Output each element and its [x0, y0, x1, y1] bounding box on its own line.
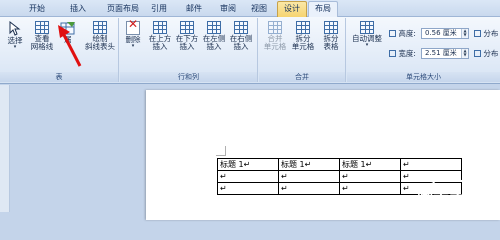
row-height-icon — [389, 30, 396, 37]
delete-button[interactable]: 删除 ▾ — [122, 20, 144, 49]
table-cell[interactable]: ↵ — [217, 182, 279, 195]
view-gridlines-label-2: 网格线 — [30, 42, 54, 51]
height-label-text: 高度: — [398, 29, 416, 38]
split-cells-label-2: 单元格 — [291, 42, 315, 51]
tab-insert[interactable]: 插入 — [63, 2, 93, 17]
height-label: 高度: — [389, 29, 416, 38]
row-height-value: 0.56 厘米 — [425, 29, 457, 37]
table-row: ↵ ↵ ↵ ↵ — [217, 170, 462, 183]
column-width-icon — [389, 50, 396, 57]
width-label-text: 宽度: — [398, 49, 416, 58]
delete-icon — [126, 20, 140, 35]
group-cell-size: 自动调整 ▾ 高度: 0.56 厘米 ▲ ▼ 宽度: 2.51 厘米 ▲ ▼ 分布 … — [347, 18, 500, 82]
distribute-rows-button[interactable]: 分布 — [474, 29, 498, 38]
distribute-columns-button[interactable]: 分布 — [474, 49, 498, 58]
select-button[interactable]: 选择 ▾ — [4, 21, 26, 50]
table-cell[interactable]: ↵ — [217, 170, 279, 183]
tab-review[interactable]: 审阅 — [214, 2, 242, 17]
merge-cells-button[interactable]: 合并 单元格 — [262, 21, 288, 51]
insert-right-label-2: 插入 — [233, 42, 249, 51]
dropdown-arrow-icon: ▾ — [13, 44, 17, 50]
merge-cells-icon — [268, 21, 282, 34]
tab-view[interactable]: 视图 — [245, 2, 273, 17]
grid-icon — [35, 21, 49, 34]
dropdown-arrow-icon: ▾ — [365, 42, 369, 48]
ribbon-tab-bar: 开始 插入 页面布局 引用 邮件 审阅 视图 设计 布局 — [0, 0, 500, 18]
rows-columns-label: 行和列 — [178, 73, 199, 81]
distribute-columns-icon — [474, 50, 481, 57]
insert-left-label-2: 插入 — [206, 42, 222, 51]
insert-above-label-2: 插入 — [152, 42, 168, 51]
insert-below-label-2: 插入 — [179, 42, 195, 51]
table-cell[interactable]: ↵ — [278, 170, 340, 183]
row-height-stepper[interactable]: 0.56 厘米 ▲ ▼ — [421, 28, 469, 39]
tab-layout[interactable]: 布局 — [308, 1, 338, 18]
dropdown-arrow-icon: ▾ — [131, 43, 135, 49]
tab-design[interactable]: 设计 — [277, 1, 307, 17]
table-row: 标题 1↵ 标题 1↵ 标题 1↵ ↵ — [217, 158, 462, 171]
group-label-rows-columns: 行和列 — [120, 72, 257, 82]
autofit-button[interactable]: 自动调整 ▾ — [350, 21, 384, 48]
watermark-url: jb51.net — [432, 172, 484, 185]
column-width-value: 2.51 厘米 — [425, 49, 457, 57]
insert-above-button[interactable]: 在上方 插入 — [147, 21, 173, 51]
group-table: 选择 ▾ 查看 网格线 属 绘制 斜线表头 表 — [0, 18, 119, 82]
properties-label: 属 — [64, 35, 72, 44]
insert-above-icon — [153, 21, 167, 34]
watermark-brand: 脚本之家 — [417, 190, 482, 209]
distribute-columns-label: 分布 — [483, 49, 499, 58]
distribute-rows-icon — [474, 30, 481, 37]
group-rows-columns: 删除 ▾ 在上方 插入 在下方 插入 在左侧 插入 在右侧 插入 行和列 — [120, 18, 258, 82]
stepper-arrows-icon[interactable]: ▲ ▼ — [461, 29, 468, 38]
diagonal-header-icon — [93, 21, 107, 34]
tab-references[interactable]: 引用 — [145, 2, 173, 17]
table-cell[interactable]: ↵ — [400, 158, 462, 171]
insert-right-icon — [234, 21, 248, 34]
vertical-ruler — [0, 85, 10, 212]
stepper-arrows-icon[interactable]: ▲ ▼ — [461, 49, 468, 58]
column-width-stepper[interactable]: 2.51 厘米 ▲ ▼ — [421, 48, 469, 59]
table-cell[interactable]: 标题 1↵ — [339, 158, 401, 171]
split-table-label-2: 表格 — [323, 42, 339, 51]
cursor-icon — [9, 21, 21, 36]
distribute-rows-label: 分布 — [483, 29, 499, 38]
properties-button[interactable]: 属 — [57, 21, 79, 44]
tab-page-layout[interactable]: 页面布局 — [101, 2, 145, 17]
group-merge: 合并 单元格 拆分 单元格 拆分 表格 合并 — [259, 18, 346, 82]
ribbon: 选择 ▾ 查看 网格线 属 绘制 斜线表头 表 删除 — [0, 17, 500, 84]
table-cell[interactable]: ↵ — [339, 182, 401, 195]
insert-left-button[interactable]: 在左侧 插入 — [201, 21, 227, 51]
table-cell[interactable]: 标题 1↵ — [278, 158, 340, 171]
insert-below-button[interactable]: 在下方 插入 — [174, 21, 200, 51]
insert-right-button[interactable]: 在右侧 插入 — [228, 21, 254, 51]
group-label-table: 表 — [0, 72, 118, 82]
table-cell[interactable]: ↵ — [278, 182, 340, 195]
table-properties-icon — [60, 22, 75, 35]
split-table-icon — [324, 21, 338, 34]
group-label-cell-size: 单元格大小 — [347, 72, 500, 82]
width-label: 宽度: — [389, 49, 416, 58]
split-table-button[interactable]: 拆分 表格 — [318, 21, 344, 51]
split-cells-icon — [296, 21, 310, 34]
tab-start[interactable]: 开始 — [22, 2, 52, 17]
view-gridlines-button[interactable]: 查看 网格线 — [30, 21, 54, 51]
autofit-icon — [360, 21, 374, 34]
table-cell[interactable]: 标题 1↵ — [217, 158, 279, 171]
tab-mailings[interactable]: 邮件 — [178, 2, 210, 17]
insert-left-icon — [207, 21, 221, 34]
split-cells-button[interactable]: 拆分 单元格 — [290, 21, 316, 51]
merge-cells-label-2: 单元格 — [263, 42, 287, 51]
draw-label-2: 斜线表头 — [85, 42, 115, 51]
group-label-merge: 合并 — [259, 72, 345, 82]
table-cell[interactable]: ↵ — [339, 170, 401, 183]
margin-corner-mark — [216, 146, 226, 156]
draw-diagonal-header-button[interactable]: 绘制 斜线表头 — [84, 21, 116, 51]
insert-below-icon — [180, 21, 194, 34]
